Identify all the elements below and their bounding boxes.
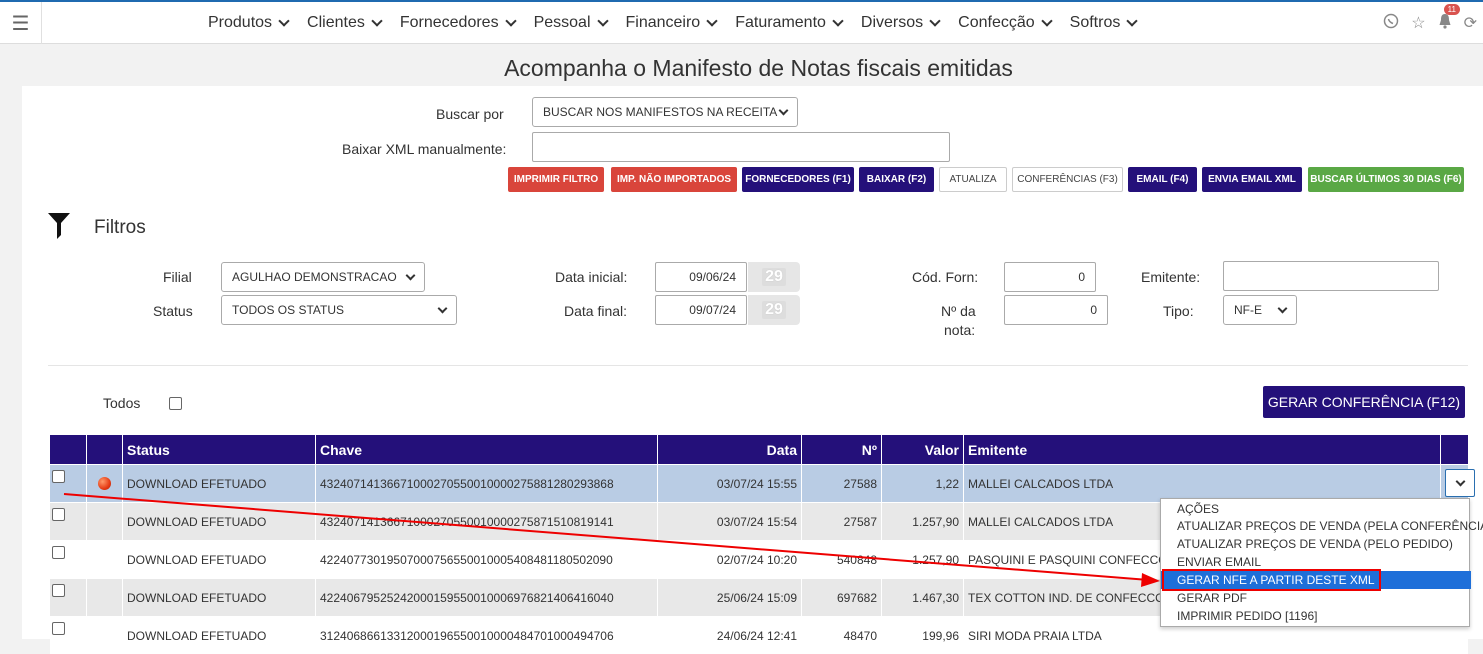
highlight-box [1162,569,1381,591]
dd-imprimir-pedido[interactable]: IMPRIMIR PEDIDO [1196] [1161,607,1471,625]
dd-atualizar-precos-conferencia[interactable]: ATUALIZAR PREÇOS DE VENDA (PELA CONFERÊN… [1161,517,1483,535]
actions-dropdown: AÇÕES ATUALIZAR PREÇOS DE VENDA (PELA CO… [1160,498,1483,627]
dd-gerar-pdf[interactable]: GERAR PDF [1161,589,1471,607]
dd-acoes[interactable]: AÇÕES [1161,500,1471,518]
dd-atualizar-precos-pedido[interactable]: ATUALIZAR PREÇOS DE VENDA (PELO PEDIDO) [1161,535,1471,553]
